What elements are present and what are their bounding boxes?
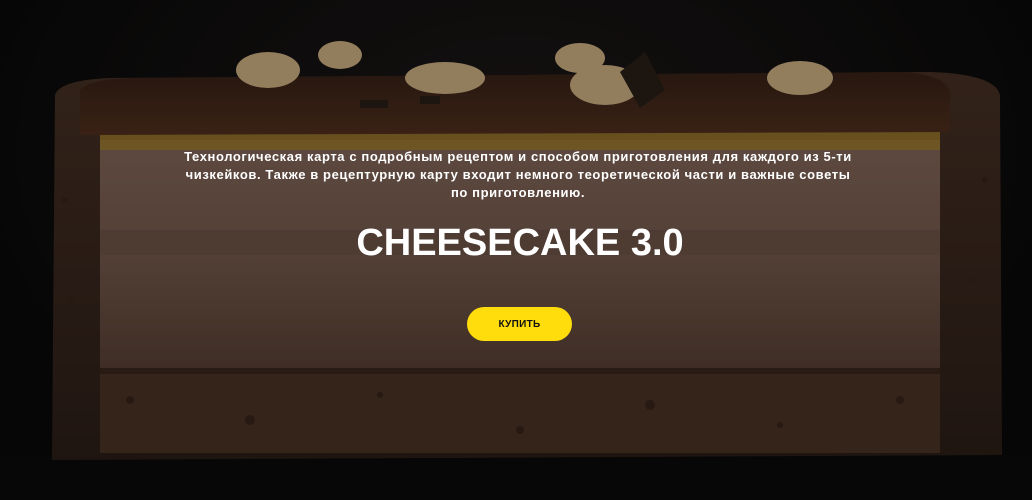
product-title: CHEESECAKE 3.0: [356, 222, 684, 264]
hero-content: Технологическая карта с подробным рецепт…: [0, 0, 1032, 500]
hero-section: Технологическая карта с подробным рецепт…: [0, 0, 1032, 500]
buy-button[interactable]: КУПИТЬ: [467, 307, 572, 341]
product-description: Технологическая карта с подробным рецепт…: [184, 149, 852, 200]
